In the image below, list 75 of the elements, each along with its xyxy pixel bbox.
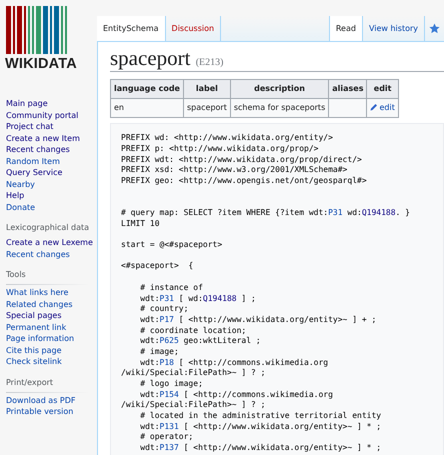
sidebar-link[interactable]: Recent changes xyxy=(6,144,70,156)
logo-text: WIKIDATA xyxy=(5,57,78,72)
sidebar-link[interactable]: Download as PDF xyxy=(6,394,76,406)
sidebar-link[interactable]: Donate xyxy=(6,202,36,213)
code-link[interactable]: P31 xyxy=(160,294,174,302)
code-line: # image; xyxy=(139,346,179,358)
sidebar-link[interactable]: Project chat xyxy=(6,121,54,132)
sidebar-link[interactable]: Community portal xyxy=(6,110,78,121)
sidebar-link[interactable]: Related changes xyxy=(6,298,73,310)
column-header: edit xyxy=(366,80,398,99)
code-link[interactable]: P131 xyxy=(160,422,179,431)
table-cell: spaceport xyxy=(183,98,230,118)
code-link[interactable]: P17 xyxy=(160,314,174,324)
code-line: # logo image; xyxy=(139,379,203,390)
sidebar-link[interactable]: Printable version xyxy=(6,406,74,418)
code-line: # coordinate location; xyxy=(139,326,246,336)
code-line: LIMIT 10 xyxy=(121,218,160,230)
code-line: # located in the administrative territorial entity xyxy=(139,411,382,422)
code-line: wdt:P17 [ <http://www.wikidata.org/entity>~ ] + ; xyxy=(139,314,376,326)
sidebar-link[interactable]: Nearby xyxy=(6,178,35,190)
code-line: PREFIX p: <http://www.wikidata.org/prop/> xyxy=(121,144,318,155)
code-line: /wiki/Special:FilePath>~ ] ? ; xyxy=(121,400,266,412)
code-link[interactable]: Q194188 xyxy=(362,208,396,217)
sidebar-link[interactable]: Help xyxy=(6,190,24,202)
tab[interactable]: EntitySchema xyxy=(97,16,166,41)
code-line: /wiki/Special:FilePath>~ ] ? ; xyxy=(121,368,266,379)
sidebar-link[interactable]: Main page xyxy=(6,98,48,110)
code-link[interactable]: P31 xyxy=(328,208,343,217)
tab[interactable]: Discussion xyxy=(166,16,222,41)
table-cell: en xyxy=(110,98,184,118)
code-line: wdt:P154 [ <http://commons.wikimedia.org xyxy=(139,390,333,400)
code-line: # query map: SELECT ?item WHERE {?item wdt:P31 wd:Q194188. } xyxy=(121,208,410,219)
code-line: wdt:P137 [ <http://www.wikidata.org/entity>~ ] * ; xyxy=(139,443,382,454)
sidebar-link[interactable]: Special pages xyxy=(6,310,62,322)
code-line: PREFIX geo: <http://www.opengis.net/ont/geosparql#> xyxy=(121,176,367,187)
sidebar-link[interactable]: Random Item xyxy=(6,156,60,167)
pencil-icon xyxy=(370,103,378,112)
code-link[interactable]: Q194188 xyxy=(202,294,237,302)
column-header: language code xyxy=(110,80,184,99)
code-line: start = @<#spaceport> xyxy=(121,240,222,251)
tab[interactable]: View history xyxy=(362,16,425,41)
table-cell: schema for spaceports xyxy=(230,98,329,118)
sidebar-link[interactable]: Recent changes xyxy=(6,248,70,260)
section-heading: Lexicographical data xyxy=(6,222,90,233)
section-heading: Tools xyxy=(6,269,26,280)
section-heading: Print/export xyxy=(6,376,54,388)
column-header: description xyxy=(230,80,329,99)
code-link[interactable]: P625 xyxy=(160,336,179,346)
sidebar-link[interactable]: Permanent link xyxy=(6,322,66,333)
sidebar-link[interactable]: Cite this page xyxy=(6,344,62,356)
sidebar-link[interactable]: Page information xyxy=(6,333,74,344)
code-line: PREFIX wd: <http://www.wikidata.org/entity/> xyxy=(121,133,333,144)
column-header: label xyxy=(183,80,230,99)
code-line: <#spaceport> { xyxy=(121,261,194,272)
code-line: wdt:P625 geo:wktLiteral ; xyxy=(139,336,261,347)
code-line: # instance of xyxy=(139,282,203,294)
page-id: (E213) xyxy=(196,57,224,68)
code-line: # operator; xyxy=(139,432,194,444)
code-line: PREFIX wdt: <http://www.wikidata.org/prop/direct/> xyxy=(121,154,362,166)
sidebar-link[interactable]: Create a new Lexeme xyxy=(6,237,93,248)
sidebar-link[interactable]: Create a new Item xyxy=(6,132,80,144)
code-line: wdt:P131 [ <http://www.wikidata.org/entity>~ ] * ; xyxy=(139,422,382,432)
sidebar-link[interactable]: Query Service xyxy=(6,167,62,178)
code-link[interactable]: P137 xyxy=(160,443,179,452)
code-line: PREFIX xsd: <http://www.w3.org/2001/XMLSchema#> xyxy=(121,165,348,176)
code-link[interactable]: P154 xyxy=(160,390,179,399)
page-title: spaceport (E213) xyxy=(110,46,444,72)
code-link[interactable]: P18 xyxy=(160,358,174,367)
code-line: wdt:P31 [ wd:Q194188 ] ; xyxy=(139,294,256,304)
code-line: wdt:P18 [ <http://commons.wikimedia.org xyxy=(139,358,328,368)
tab[interactable]: Read xyxy=(330,16,363,41)
code-line: # country; xyxy=(139,304,188,315)
sidebar-link[interactable]: Check sitelink xyxy=(6,356,62,368)
column-header: aliases xyxy=(328,80,367,99)
sidebar-link[interactable]: What links here xyxy=(6,287,68,298)
